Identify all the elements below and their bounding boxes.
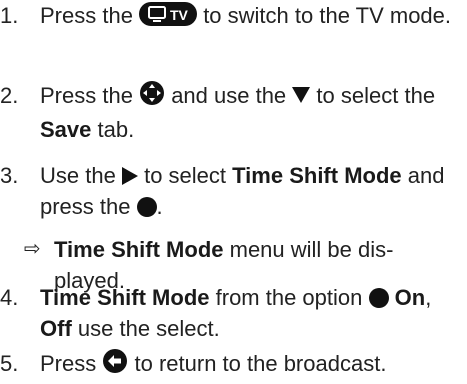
step-text: to return to the broadcast.	[134, 351, 387, 376]
step-5: 5. Press to return to the broadcast.	[0, 348, 460, 382]
option-name: Time Shift Mode	[232, 163, 402, 188]
tab-name: Save	[40, 117, 92, 142]
step-text: Press	[40, 351, 97, 376]
step-number: 1.	[0, 3, 19, 28]
step-number: 3.	[0, 163, 19, 188]
right-arrow-icon	[121, 167, 138, 185]
step-2: 2. Press the and use the to select the S…	[0, 80, 460, 145]
step-text: Use the	[40, 163, 116, 188]
tv-button-icon: TV	[139, 2, 198, 34]
step-number: 4.	[0, 285, 19, 310]
step-text: to select	[144, 163, 227, 188]
option-off: Off	[40, 316, 72, 341]
step-text: use the select.	[77, 316, 220, 341]
ok-button-icon	[136, 197, 157, 217]
step-number: 2.	[0, 83, 19, 108]
step-number: 5.	[0, 351, 19, 376]
instruction-list: 1. Press the TV to switch to the TV mode…	[0, 0, 467, 384]
step-3: 3. Use the to select Time Shift Mode and…	[0, 160, 460, 222]
step-1: 1. Press the TV to switch to the TV mode…	[0, 0, 460, 34]
menu-name: Time Shift Mode	[54, 237, 224, 262]
step-text: to select the	[316, 83, 436, 108]
down-arrow-icon	[292, 87, 311, 103]
menu-button-icon	[139, 80, 165, 114]
step-4: 4. Time Shift Mode from the option On, O…	[0, 282, 460, 344]
step-text: to switch to the TV mode.	[203, 3, 452, 28]
svg-text:TV: TV	[170, 7, 189, 23]
step-text: from the option	[215, 285, 363, 310]
result-arrow-icon: ⇨	[24, 238, 41, 260]
ok-dot-icon	[368, 288, 389, 308]
step-text: Press the	[40, 83, 133, 108]
option-name: Time Shift Mode	[40, 285, 210, 310]
step-text: Press the	[40, 3, 133, 28]
step-text: and use the	[171, 83, 287, 108]
back-button-icon	[102, 348, 128, 382]
step-text: ,	[425, 285, 432, 310]
step-text: tab.	[97, 117, 135, 142]
option-on: On	[394, 285, 426, 310]
step-text: .	[156, 194, 163, 219]
